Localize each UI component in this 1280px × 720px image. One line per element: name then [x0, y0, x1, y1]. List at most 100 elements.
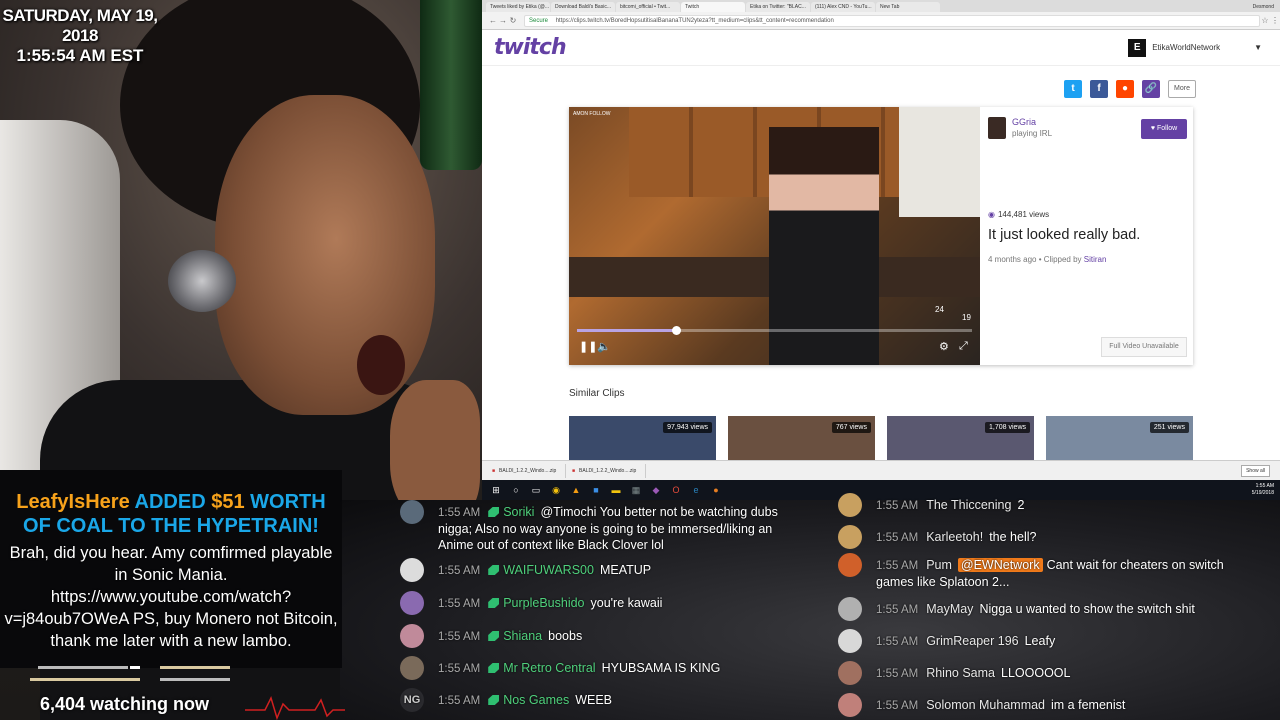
chat-avatar[interactable]: [400, 558, 424, 582]
download-item[interactable]: ■ BALDI_1.2.2_Windo....zip: [566, 463, 646, 478]
window-user[interactable]: Desmond: [1247, 4, 1280, 12]
chat-avatar[interactable]: [838, 493, 862, 517]
app-icon-1[interactable]: ■: [590, 484, 602, 496]
account-menu[interactable]: E EtikaWorldNetwork ▼: [1128, 38, 1262, 57]
secure-label: Secure: [529, 17, 549, 24]
show-all-button[interactable]: Show all: [1241, 464, 1270, 477]
chat-username[interactable]: MayMay: [926, 602, 973, 616]
browser-tab[interactable]: Download Baldi's Basic...: [551, 2, 615, 12]
windows-start-icon[interactable]: ⊞: [490, 484, 502, 496]
chat-username[interactable]: Pum: [926, 558, 952, 572]
twitter-share-icon[interactable]: t: [1064, 80, 1082, 98]
chat-username[interactable]: Solomon Muhammad: [926, 698, 1045, 712]
link-share-icon[interactable]: 🔗: [1142, 80, 1160, 98]
chat-username[interactable]: Soriki: [503, 505, 534, 519]
browser-tab[interactable]: Twitch: [681, 2, 745, 12]
vlc-icon[interactable]: ▲: [570, 484, 582, 496]
download-item[interactable]: ■ BALDI_1.2.2_Windo....zip: [486, 463, 566, 478]
url-text: https://clips.twitch.tv/BoredHopsutitisa…: [555, 17, 834, 24]
calculator-icon[interactable]: ▦: [630, 484, 642, 496]
browser-tab[interactable]: New Tab: [876, 2, 940, 12]
chat-username[interactable]: Rhino Sama: [926, 666, 995, 680]
volume-icon[interactable]: 🔈: [597, 340, 611, 353]
chat-username[interactable]: Shiana: [503, 629, 542, 643]
similar-clip-thumb[interactable]: 767 views: [728, 416, 875, 460]
reddit-share-icon[interactable]: ●: [1116, 80, 1134, 98]
settings-gear-icon[interactable]: ⚙: [939, 340, 949, 353]
chat-username[interactable]: Nos Games: [503, 693, 569, 707]
firefox-icon[interactable]: ●: [710, 484, 722, 496]
facebook-share-icon[interactable]: f: [1090, 80, 1108, 98]
clipped-by-user[interactable]: Sitiran: [1084, 255, 1107, 264]
similar-clip-thumb[interactable]: 251 views: [1046, 416, 1193, 460]
twitch-logo[interactable]: twitch: [494, 35, 567, 60]
menu-icon[interactable]: ⋮: [1270, 16, 1280, 25]
downloads-bar: ■ BALDI_1.2.2_Windo....zip ■ BALDI_1.2.2_Wi…: [482, 460, 1280, 480]
chrome-icon[interactable]: ◉: [550, 484, 562, 496]
subscriber-badge-icon: [488, 663, 500, 673]
chat-avatar[interactable]: [838, 597, 862, 621]
chat-time: 1:55 AM: [876, 700, 919, 712]
chat-text: HYUBSAMA IS KING: [601, 661, 721, 675]
forward-icon[interactable]: →: [498, 16, 508, 25]
chat-avatar[interactable]: [838, 525, 862, 549]
eye-icon: ◉: [988, 210, 995, 219]
browser-tab[interactable]: Etika on Twitter: "BLAC...: [746, 2, 810, 12]
chat-time: 1:55 AM: [876, 636, 919, 648]
url-input[interactable]: Secure https://clips.twitch.tv/BoredHops…: [524, 14, 1260, 27]
chat-avatar[interactable]: [400, 591, 424, 615]
browser-tab[interactable]: (111) Alex CND - YouTu...: [811, 2, 875, 12]
chat-username[interactable]: PurpleBushido: [503, 596, 584, 610]
chat-avatar[interactable]: [400, 500, 424, 524]
chat-avatar[interactable]: [838, 693, 862, 717]
fullscreen-icon[interactable]: ⤢: [959, 340, 968, 353]
folder-icon[interactable]: ▬: [610, 484, 622, 496]
full-video-button[interactable]: Full Video Unavailable: [1101, 337, 1187, 357]
chat-message: 1:55 AM Soriki @Timochi You better not be …: [400, 500, 808, 553]
chat-avatar[interactable]: [838, 553, 862, 577]
chat-avatar[interactable]: NG: [400, 688, 424, 712]
similar-clip-thumb[interactable]: 97,943 views: [569, 416, 716, 460]
chat-time: 1:55 AM: [876, 560, 919, 572]
chevron-down-icon: ▼: [1254, 43, 1262, 52]
chat-mention[interactable]: @EWNetwork: [957, 558, 1043, 572]
edge-icon[interactable]: e: [690, 484, 702, 496]
chat-avatar[interactable]: [838, 629, 862, 653]
streamer-avatar[interactable]: [988, 117, 1006, 139]
chat-text: you're kawaii: [590, 596, 663, 610]
search-icon[interactable]: ○: [510, 484, 522, 496]
chat-username[interactable]: Mr Retro Central: [503, 661, 595, 675]
video-progress-bar[interactable]: [577, 326, 972, 335]
app-icon-2[interactable]: ◆: [650, 484, 662, 496]
reload-icon[interactable]: ↻: [508, 16, 518, 25]
back-icon[interactable]: ←: [488, 16, 498, 25]
chat-username[interactable]: The Thiccening: [926, 498, 1011, 512]
task-view-icon[interactable]: ▭: [530, 484, 542, 496]
chat-time: 1:55 AM: [876, 500, 919, 512]
follow-button[interactable]: ♥ Follow: [1141, 119, 1187, 139]
hype-bar-4: [160, 678, 230, 681]
star-icon[interactable]: ☆: [1260, 16, 1270, 25]
views-count: 144,481 views: [997, 210, 1050, 219]
chat-avatar[interactable]: [838, 661, 862, 685]
alert-message: Brah, did you hear. Amy comfirmed playab…: [4, 544, 338, 650]
chat-username[interactable]: WAIFUWARS00: [503, 563, 594, 577]
tab-bar: Tweets liked by Etika (@... Download Bald…: [482, 0, 1280, 12]
similar-clip-thumb[interactable]: 1,708 views: [887, 416, 1034, 460]
streamer-name[interactable]: GGria: [1012, 117, 1052, 127]
chat-avatar[interactable]: [400, 656, 424, 680]
chat-text: Leafy: [1024, 634, 1056, 648]
video-scrubber-knob[interactable]: [671, 326, 681, 335]
more-button[interactable]: More: [1168, 80, 1196, 98]
browser-tab[interactable]: Tweets liked by Etika (@...: [486, 2, 550, 12]
video-player[interactable]: AMON FOLLOW 24 19 ❚❚ 🔈 ⚙ ⤢: [569, 107, 980, 365]
subscriber-badge-icon: [488, 507, 500, 517]
chat-time: 1:55 AM: [438, 565, 481, 577]
chat-username[interactable]: Karleetoh!: [926, 530, 983, 544]
browser-tab[interactable]: bitcomi_official • Twit...: [616, 2, 680, 12]
chat-username[interactable]: GrimReaper 196: [926, 634, 1018, 648]
pause-icon[interactable]: ❚❚: [579, 340, 597, 353]
chat-avatar[interactable]: [400, 624, 424, 648]
system-clock[interactable]: 1:55 AM 5/19/2018: [1252, 483, 1274, 497]
opera-icon[interactable]: O: [670, 484, 682, 496]
